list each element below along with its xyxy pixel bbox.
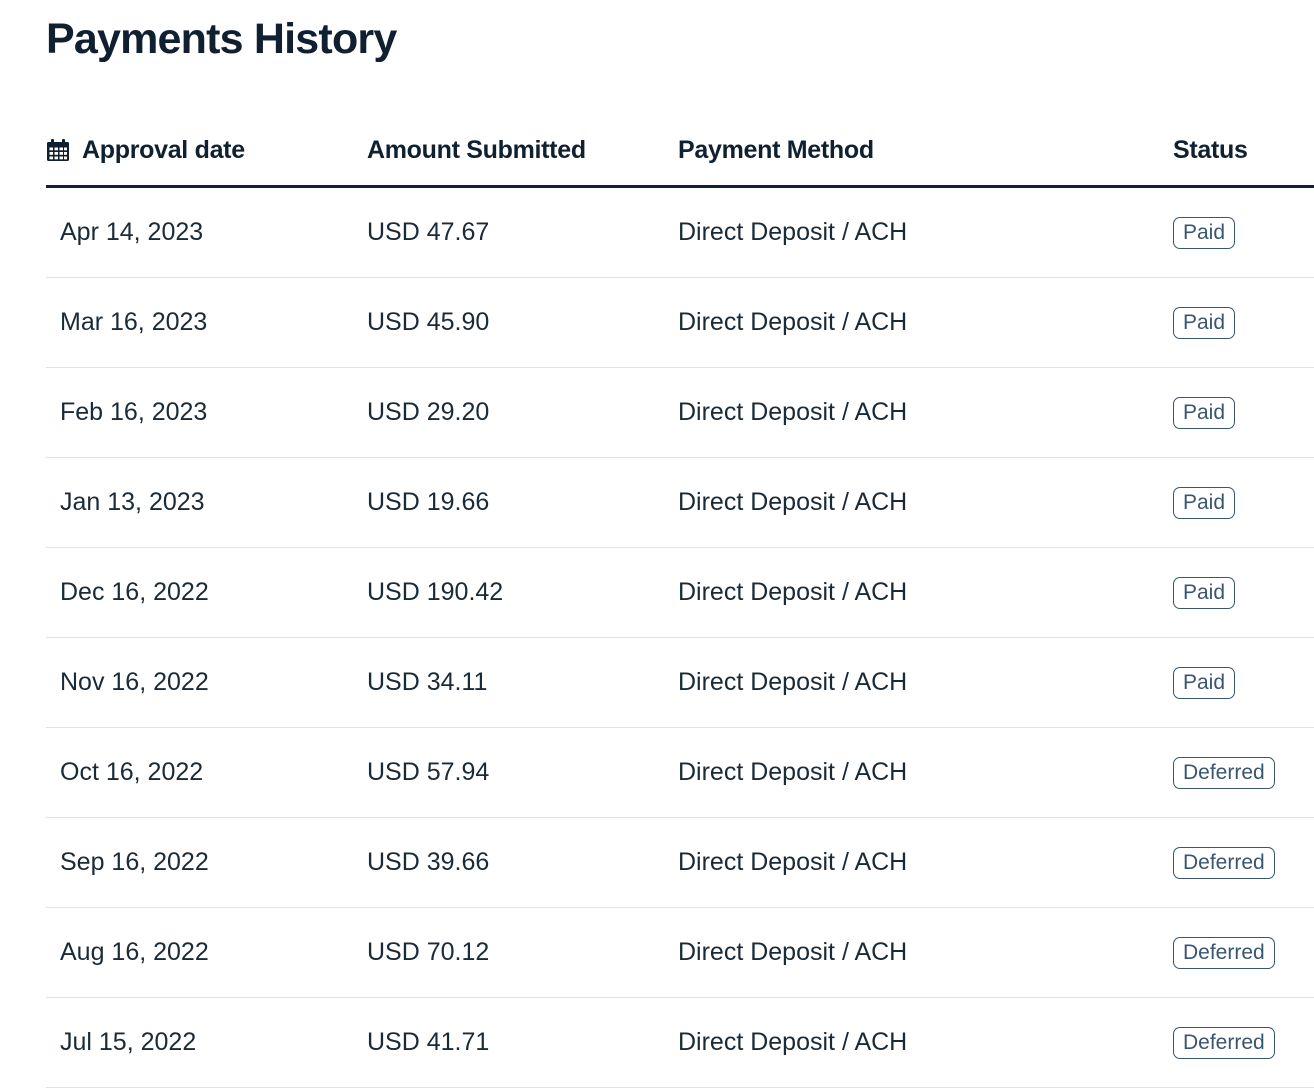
- cell-amount: USD 29.20: [367, 398, 490, 426]
- cell-payment-method: Direct Deposit / ACH: [678, 938, 908, 966]
- table-header: Approval date Amount Submitted Payment M…: [46, 115, 1314, 188]
- status-badge: Paid: [1173, 217, 1236, 249]
- cell-amount: USD 41.71: [367, 1028, 490, 1056]
- table-row: Mar 16, 2023 USD 45.90 Direct Deposit / …: [46, 278, 1314, 368]
- cell-amount: USD 47.67: [367, 218, 490, 246]
- cell-approval-date: Sep 16, 2022: [60, 848, 209, 876]
- payments-table: Approval date Amount Submitted Payment M…: [46, 115, 1314, 1088]
- cell-payment-method: Direct Deposit / ACH: [678, 758, 908, 786]
- header-payment-method[interactable]: Payment Method: [678, 135, 874, 165]
- table-row: Sep 16, 2022 USD 39.66 Direct Deposit / …: [46, 818, 1314, 908]
- cell-amount: USD 190.42: [367, 578, 504, 606]
- table-row: Aug 16, 2022 USD 70.12 Direct Deposit / …: [46, 908, 1314, 998]
- table-row: Jan 13, 2023 USD 19.66 Direct Deposit / …: [46, 458, 1314, 548]
- status-badge: Paid: [1173, 487, 1236, 519]
- status-badge: Deferred: [1173, 847, 1275, 879]
- status-badge: Paid: [1173, 397, 1236, 429]
- cell-payment-method: Direct Deposit / ACH: [678, 578, 908, 606]
- status-badge: Paid: [1173, 667, 1236, 699]
- cell-approval-date: Nov 16, 2022: [60, 668, 209, 696]
- header-approval-date[interactable]: Approval date: [46, 135, 245, 165]
- table-row: Nov 16, 2022 USD 34.11 Direct Deposit / …: [46, 638, 1314, 728]
- cell-approval-date: Aug 16, 2022: [60, 938, 209, 966]
- table-body: Apr 14, 2023 USD 47.67 Direct Deposit / …: [46, 188, 1314, 1088]
- page-title: Payments History: [46, 15, 397, 63]
- cell-payment-method: Direct Deposit / ACH: [678, 398, 908, 426]
- table-row: Jul 15, 2022 USD 41.71 Direct Deposit / …: [46, 998, 1314, 1088]
- cell-payment-method: Direct Deposit / ACH: [678, 668, 908, 696]
- cell-amount: USD 34.11: [367, 668, 488, 696]
- table-row: Apr 14, 2023 USD 47.67 Direct Deposit / …: [46, 188, 1314, 278]
- cell-payment-method: Direct Deposit / ACH: [678, 848, 908, 876]
- cell-approval-date: Jan 13, 2023: [60, 488, 205, 516]
- table-row: Feb 16, 2023 USD 29.20 Direct Deposit / …: [46, 368, 1314, 458]
- cell-approval-date: Oct 16, 2022: [60, 758, 204, 786]
- table-row: Dec 16, 2022 USD 190.42 Direct Deposit /…: [46, 548, 1314, 638]
- cell-amount: USD 45.90: [367, 308, 490, 336]
- cell-payment-method: Direct Deposit / ACH: [678, 488, 908, 516]
- header-amount-submitted[interactable]: Amount Submitted: [367, 135, 586, 165]
- cell-amount: USD 70.12: [367, 938, 490, 966]
- header-approval-date-label: Approval date: [82, 136, 245, 164]
- status-badge: Paid: [1173, 307, 1236, 339]
- table-row: Oct 16, 2022 USD 57.94 Direct Deposit / …: [46, 728, 1314, 818]
- status-badge: Deferred: [1173, 757, 1275, 789]
- cell-approval-date: Apr 14, 2023: [60, 218, 204, 246]
- cell-amount: USD 19.66: [367, 488, 490, 516]
- cell-approval-date: Feb 16, 2023: [60, 398, 208, 426]
- status-badge: Paid: [1173, 577, 1236, 609]
- cell-approval-date: Mar 16, 2023: [60, 308, 208, 336]
- cell-payment-method: Direct Deposit / ACH: [678, 218, 908, 246]
- cell-payment-method: Direct Deposit / ACH: [678, 1028, 908, 1056]
- header-status[interactable]: Status: [1173, 135, 1248, 165]
- status-badge: Deferred: [1173, 1027, 1275, 1059]
- cell-payment-method: Direct Deposit / ACH: [678, 308, 908, 336]
- cell-approval-date: Jul 15, 2022: [60, 1028, 197, 1056]
- cell-approval-date: Dec 16, 2022: [60, 578, 209, 606]
- calendar-icon: [47, 139, 69, 161]
- cell-amount: USD 57.94: [367, 758, 490, 786]
- cell-amount: USD 39.66: [367, 848, 490, 876]
- status-badge: Deferred: [1173, 937, 1275, 969]
